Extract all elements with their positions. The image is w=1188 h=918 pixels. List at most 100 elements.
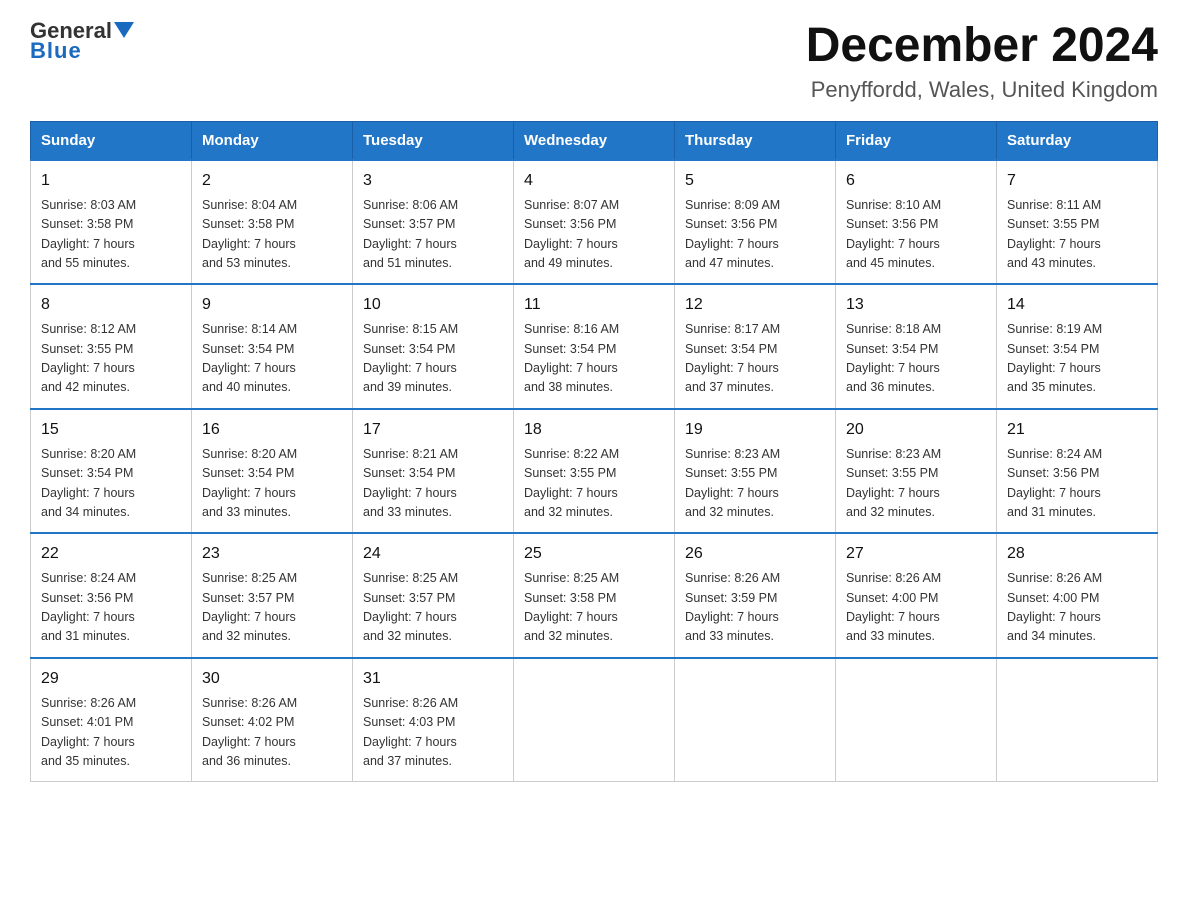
day-info: Sunrise: 8:15 AMSunset: 3:54 PMDaylight:… <box>363 320 503 398</box>
calendar-cell: 20 Sunrise: 8:23 AMSunset: 3:55 PMDayligh… <box>836 409 997 534</box>
day-info: Sunrise: 8:25 AMSunset: 3:57 PMDaylight:… <box>202 569 342 647</box>
calendar-week-row: 22 Sunrise: 8:24 AMSunset: 3:56 PMDayligh… <box>31 533 1158 658</box>
day-number: 23 <box>202 542 342 566</box>
day-number: 9 <box>202 293 342 317</box>
title-section: December 2024 Penyffordd, Wales, United … <box>806 20 1158 103</box>
calendar-cell: 29Sunrise: 8:26 AMSunset: 4:01 PMDayligh… <box>31 658 192 782</box>
day-info: Sunrise: 8:22 AMSunset: 3:55 PMDaylight:… <box>524 445 664 523</box>
day-info: Sunrise: 8:26 AMSunset: 4:03 PMDaylight:… <box>363 694 503 772</box>
day-info: Sunrise: 8:09 AMSunset: 3:56 PMDaylight:… <box>685 196 825 274</box>
calendar-cell <box>836 658 997 782</box>
day-number: 30 <box>202 667 342 691</box>
day-info: Sunrise: 8:24 AMSunset: 3:56 PMDaylight:… <box>41 569 181 647</box>
day-number: 27 <box>846 542 986 566</box>
day-number: 16 <box>202 418 342 442</box>
calendar-header-monday: Monday <box>192 121 353 160</box>
day-info: Sunrise: 8:23 AMSunset: 3:55 PMDaylight:… <box>685 445 825 523</box>
calendar-cell: 21Sunrise: 8:24 AMSunset: 3:56 PMDayligh… <box>997 409 1158 534</box>
calendar-cell <box>675 658 836 782</box>
day-number: 25 <box>524 542 664 566</box>
calendar-cell: 3 Sunrise: 8:06 AMSunset: 3:57 PMDaylight… <box>353 160 514 285</box>
calendar-cell: 24 Sunrise: 8:25 AMSunset: 3:57 PMDayligh… <box>353 533 514 658</box>
day-info: Sunrise: 8:23 AMSunset: 3:55 PMDaylight:… <box>846 445 986 523</box>
logo-blue-text: Blue <box>30 38 82 64</box>
calendar-cell: 16 Sunrise: 8:20 AMSunset: 3:54 PMDayligh… <box>192 409 353 534</box>
calendar-cell: 8 Sunrise: 8:12 AMSunset: 3:55 PMDaylight… <box>31 284 192 409</box>
calendar-cell <box>514 658 675 782</box>
day-number: 7 <box>1007 169 1147 193</box>
day-info: Sunrise: 8:07 AMSunset: 3:56 PMDaylight:… <box>524 196 664 274</box>
day-info: Sunrise: 8:26 AMSunset: 4:00 PMDaylight:… <box>1007 569 1147 647</box>
calendar-cell: 22 Sunrise: 8:24 AMSunset: 3:56 PMDayligh… <box>31 533 192 658</box>
calendar-week-row: 1 Sunrise: 8:03 AMSunset: 3:58 PMDaylight… <box>31 160 1158 285</box>
calendar-header-wednesday: Wednesday <box>514 121 675 160</box>
calendar-cell: 18 Sunrise: 8:22 AMSunset: 3:55 PMDayligh… <box>514 409 675 534</box>
calendar-week-row: 15 Sunrise: 8:20 AMSunset: 3:54 PMDayligh… <box>31 409 1158 534</box>
day-number: 28 <box>1007 542 1147 566</box>
day-number: 4 <box>524 169 664 193</box>
calendar-week-row: 29Sunrise: 8:26 AMSunset: 4:01 PMDayligh… <box>31 658 1158 782</box>
day-info: Sunrise: 8:21 AMSunset: 3:54 PMDaylight:… <box>363 445 503 523</box>
calendar-cell: 28 Sunrise: 8:26 AMSunset: 4:00 PMDayligh… <box>997 533 1158 658</box>
calendar-cell: 11 Sunrise: 8:16 AMSunset: 3:54 PMDayligh… <box>514 284 675 409</box>
day-number: 31 <box>363 667 503 691</box>
day-number: 18 <box>524 418 664 442</box>
calendar-header-row: SundayMondayTuesdayWednesdayThursdayFrid… <box>31 121 1158 160</box>
calendar-cell: 17 Sunrise: 8:21 AMSunset: 3:54 PMDayligh… <box>353 409 514 534</box>
calendar-table: SundayMondayTuesdayWednesdayThursdayFrid… <box>30 121 1158 783</box>
day-number: 14 <box>1007 293 1147 317</box>
calendar-cell: 25Sunrise: 8:25 AMSunset: 3:58 PMDayligh… <box>514 533 675 658</box>
calendar-cell: 9Sunrise: 8:14 AMSunset: 3:54 PMDaylight… <box>192 284 353 409</box>
day-info: Sunrise: 8:06 AMSunset: 3:57 PMDaylight:… <box>363 196 503 274</box>
day-number: 11 <box>524 293 664 317</box>
day-info: Sunrise: 8:26 AMSunset: 4:02 PMDaylight:… <box>202 694 342 772</box>
calendar-cell: 13 Sunrise: 8:18 AMSunset: 3:54 PMDayligh… <box>836 284 997 409</box>
day-info: Sunrise: 8:17 AMSunset: 3:54 PMDaylight:… <box>685 320 825 398</box>
calendar-header-friday: Friday <box>836 121 997 160</box>
day-number: 24 <box>363 542 503 566</box>
day-number: 20 <box>846 418 986 442</box>
calendar-header-sunday: Sunday <box>31 121 192 160</box>
day-info: Sunrise: 8:26 AMSunset: 4:00 PMDaylight:… <box>846 569 986 647</box>
day-info: Sunrise: 8:18 AMSunset: 3:54 PMDaylight:… <box>846 320 986 398</box>
calendar-cell: 19 Sunrise: 8:23 AMSunset: 3:55 PMDayligh… <box>675 409 836 534</box>
day-info: Sunrise: 8:26 AMSunset: 3:59 PMDaylight:… <box>685 569 825 647</box>
day-info: Sunrise: 8:12 AMSunset: 3:55 PMDaylight:… <box>41 320 181 398</box>
calendar-cell: 12Sunrise: 8:17 AMSunset: 3:54 PMDayligh… <box>675 284 836 409</box>
calendar-cell: 7 Sunrise: 8:11 AMSunset: 3:55 PMDaylight… <box>997 160 1158 285</box>
day-number: 2 <box>202 169 342 193</box>
day-number: 13 <box>846 293 986 317</box>
day-info: Sunrise: 8:25 AMSunset: 3:57 PMDaylight:… <box>363 569 503 647</box>
day-number: 15 <box>41 418 181 442</box>
day-info: Sunrise: 8:19 AMSunset: 3:54 PMDaylight:… <box>1007 320 1147 398</box>
day-number: 17 <box>363 418 503 442</box>
calendar-cell: 27 Sunrise: 8:26 AMSunset: 4:00 PMDayligh… <box>836 533 997 658</box>
day-number: 6 <box>846 169 986 193</box>
day-number: 3 <box>363 169 503 193</box>
day-number: 1 <box>41 169 181 193</box>
day-number: 10 <box>363 293 503 317</box>
calendar-cell: 10 Sunrise: 8:15 AMSunset: 3:54 PMDayligh… <box>353 284 514 409</box>
calendar-week-row: 8 Sunrise: 8:12 AMSunset: 3:55 PMDaylight… <box>31 284 1158 409</box>
day-info: Sunrise: 8:04 AMSunset: 3:58 PMDaylight:… <box>202 196 342 274</box>
calendar-header-thursday: Thursday <box>675 121 836 160</box>
day-info: Sunrise: 8:16 AMSunset: 3:54 PMDaylight:… <box>524 320 664 398</box>
day-number: 29 <box>41 667 181 691</box>
day-info: Sunrise: 8:11 AMSunset: 3:55 PMDaylight:… <box>1007 196 1147 274</box>
day-number: 22 <box>41 542 181 566</box>
calendar-cell: 1 Sunrise: 8:03 AMSunset: 3:58 PMDaylight… <box>31 160 192 285</box>
calendar-cell: 15Sunrise: 8:20 AMSunset: 3:54 PMDayligh… <box>31 409 192 534</box>
day-number: 8 <box>41 293 181 317</box>
calendar-cell <box>997 658 1158 782</box>
calendar-cell: 5 Sunrise: 8:09 AMSunset: 3:56 PMDaylight… <box>675 160 836 285</box>
day-number: 5 <box>685 169 825 193</box>
day-info: Sunrise: 8:03 AMSunset: 3:58 PMDaylight:… <box>41 196 181 274</box>
day-info: Sunrise: 8:20 AMSunset: 3:54 PMDaylight:… <box>202 445 342 523</box>
logo-triangle-icon <box>114 22 134 38</box>
logo: General Blue <box>30 20 134 64</box>
page-header: General Blue December 2024 Penyffordd, W… <box>30 20 1158 103</box>
calendar-cell: 14 Sunrise: 8:19 AMSunset: 3:54 PMDayligh… <box>997 284 1158 409</box>
day-number: 19 <box>685 418 825 442</box>
calendar-cell: 30 Sunrise: 8:26 AMSunset: 4:02 PMDayligh… <box>192 658 353 782</box>
calendar-cell: 23 Sunrise: 8:25 AMSunset: 3:57 PMDayligh… <box>192 533 353 658</box>
